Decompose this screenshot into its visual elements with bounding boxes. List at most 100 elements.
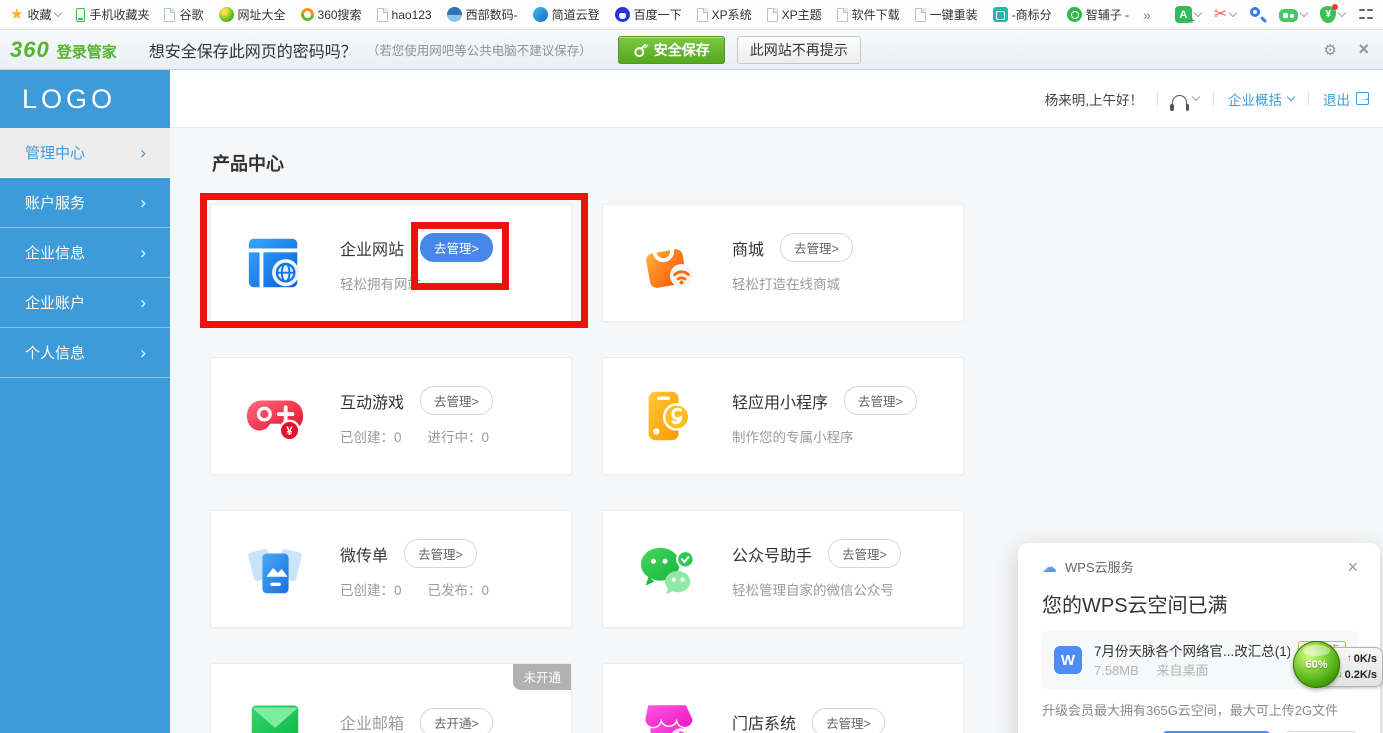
bookmark-item[interactable]: 百度一下 bbox=[615, 6, 682, 23]
manage-button[interactable]: 去管理> bbox=[828, 539, 901, 568]
page-icon bbox=[377, 8, 388, 22]
speed-percent: 60% bbox=[1305, 659, 1327, 671]
page-icon bbox=[837, 8, 848, 22]
product-card-微传单[interactable]: 微传单去管理>已创建：0已发布：0 bbox=[210, 510, 572, 628]
page-icon bbox=[697, 8, 708, 22]
svg: ¥ bbox=[244, 385, 306, 447]
dismiss-site-button[interactable]: 此网站不再提示 bbox=[737, 36, 861, 64]
bookmark-label: 一键重装 bbox=[930, 6, 978, 23]
bookmark-item[interactable]: 网址大全 bbox=[219, 6, 286, 23]
close-icon[interactable]: × bbox=[1358, 39, 1369, 60]
bookmark-item[interactable]: 手机收藏夹 bbox=[76, 6, 149, 23]
product-card-企业邮箱[interactable]: 未开通企业邮箱去开通> bbox=[210, 663, 572, 733]
bookmark-item[interactable]: 360搜索 bbox=[301, 6, 362, 23]
i-reddot bbox=[1332, 4, 1338, 10]
company-overview-menu[interactable]: 企业概括 bbox=[1228, 89, 1294, 109]
header-divider bbox=[1157, 92, 1158, 106]
card-title-row: 互动游戏去管理> bbox=[340, 386, 515, 415]
apps-grid-tool[interactable] bbox=[1358, 7, 1373, 22]
bookmark-label: 谷歌 bbox=[179, 6, 203, 23]
password-note: （若您使用网吧等公共电脑不建议保存） bbox=[367, 40, 592, 59]
logout-button[interactable]: 退出 → bbox=[1323, 89, 1369, 109]
speed-ball[interactable]: 60% bbox=[1293, 641, 1340, 688]
rect bbox=[270, 583, 281, 586]
i bbox=[1367, 9, 1373, 11]
bookmark-item[interactable]: 智辅子 - bbox=[1067, 6, 1129, 23]
card-info: 企业邮箱去开通> bbox=[340, 708, 493, 733]
manage-button[interactable]: 去管理> bbox=[404, 539, 477, 568]
chevron-right-icon: › bbox=[140, 143, 146, 163]
rect bbox=[249, 248, 297, 252]
sidebar-item-label: 账户服务 bbox=[25, 192, 85, 213]
sidebar-item-管理中心[interactable]: 管理中心› bbox=[0, 128, 170, 178]
product-card-门店系统[interactable]: 门店系统去管理> bbox=[602, 663, 964, 733]
i-pd1 bbox=[1283, 13, 1288, 18]
wps-file-name: 7月份天脉各个网络官...改汇总(1).doc bbox=[1094, 640, 1290, 660]
bookmark-item[interactable]: XP主题 bbox=[767, 6, 822, 23]
screenshot-tool[interactable]: ✂ bbox=[1214, 7, 1236, 23]
app-logo[interactable]: LOGO bbox=[0, 70, 170, 128]
save-password-button[interactable]: 安全保存 bbox=[618, 36, 725, 64]
i-pd2 bbox=[1290, 14, 1294, 18]
support-menu[interactable] bbox=[1172, 91, 1199, 106]
circle bbox=[651, 559, 656, 564]
gamepad-icon bbox=[1279, 9, 1298, 22]
manage-button[interactable]: 去管理> bbox=[780, 233, 853, 262]
bookmark-item[interactable]: XP系统 bbox=[697, 6, 752, 23]
manage-button[interactable]: 去管理> bbox=[812, 708, 885, 733]
i bbox=[1359, 17, 1365, 19]
svg bbox=[244, 232, 306, 294]
product-card-企业网站[interactable]: 企业网站去管理>轻松拥有网站 bbox=[210, 204, 572, 322]
page-title: 产品中心 bbox=[212, 150, 284, 176]
svg bbox=[244, 538, 306, 600]
manage-button[interactable]: 去管理> bbox=[420, 386, 493, 415]
card-title-row: 企业网站去管理> bbox=[340, 233, 493, 262]
bookmark-item[interactable]: 西部数码- bbox=[447, 6, 518, 23]
bookmark-item[interactable]: 简道云登 bbox=[533, 6, 600, 23]
bookmark-item[interactable]: -商标分 bbox=[993, 6, 1052, 23]
card-info: 微传单去管理>已创建：0已发布：0 bbox=[340, 539, 515, 599]
product-card-互动游戏[interactable]: ¥ 互动游戏去管理> 已创建：0进行中：0 bbox=[210, 357, 572, 475]
bookmark-item[interactable]: ★收藏 bbox=[10, 6, 61, 23]
search-tool[interactable] bbox=[1249, 6, 1266, 23]
bookmark-label: 手机收藏夹 bbox=[89, 6, 149, 23]
manage-button[interactable]: 去开通> bbox=[420, 708, 493, 733]
sidebar-item-企业账户[interactable]: 企业账户› bbox=[0, 278, 170, 328]
sidebar-item-账户服务[interactable]: 账户服务› bbox=[0, 178, 170, 228]
sidebar-item-企业信息[interactable]: 企业信息› bbox=[0, 228, 170, 278]
bookmark-label: 百度一下 bbox=[634, 6, 682, 23]
star-icon: ★ bbox=[10, 7, 23, 22]
i: → bbox=[1360, 92, 1371, 105]
bookmark-item[interactable]: 软件下载 bbox=[837, 6, 900, 23]
shield-icon: ¥ bbox=[1320, 6, 1336, 23]
i bbox=[1359, 9, 1365, 11]
wps-close-icon[interactable]: × bbox=[1347, 558, 1358, 576]
cloud-blue-icon bbox=[533, 7, 548, 22]
speed-widget[interactable]: ↑ 0K/s ↓ 0.2K/s 60% bbox=[1293, 641, 1383, 691]
wallet-shield-tool[interactable]: ¥ bbox=[1320, 6, 1345, 23]
search-icon bbox=[1249, 6, 1266, 23]
circle bbox=[653, 241, 673, 261]
card-subtitle: 已创建：0已发布：0 bbox=[340, 579, 515, 599]
product-card-公众号助手[interactable]: 公众号助手去管理>轻松管理自家的微信公众号 bbox=[602, 510, 964, 628]
card-subtitle: 已创建：0进行中：0 bbox=[340, 426, 515, 446]
product-card-轻应用小程序[interactable]: 轻应用小程序去管理>制作您的专属小程序 bbox=[602, 357, 964, 475]
manage-button[interactable]: 去管理> bbox=[420, 233, 493, 262]
mall-icon bbox=[636, 232, 698, 294]
games-tool[interactable] bbox=[1279, 7, 1307, 22]
product-card-商城[interactable]: 商城去管理>轻松打造在线商城 bbox=[602, 204, 964, 322]
translate-tool[interactable]: A bbox=[1175, 6, 1201, 23]
card-title: 互动游戏 bbox=[340, 389, 404, 413]
bookmarks-overflow-chevron[interactable]: » bbox=[1143, 7, 1151, 23]
gear-icon[interactable]: ⚙ bbox=[1324, 41, 1337, 59]
manage-button[interactable]: 去管理> bbox=[844, 386, 917, 415]
bookmark-item[interactable]: 谷歌 bbox=[164, 6, 203, 23]
bookmark-item[interactable]: hao123 bbox=[377, 8, 432, 22]
chevron-down-icon bbox=[1192, 93, 1200, 101]
sidebar-item-个人信息[interactable]: 个人信息› bbox=[0, 328, 170, 378]
upload-arrow-icon: ↑ bbox=[1347, 651, 1352, 667]
bookmark-label: hao123 bbox=[392, 8, 432, 22]
bookmark-item[interactable]: 一键重装 bbox=[915, 6, 978, 23]
card-info: 轻应用小程序去管理>制作您的专属小程序 bbox=[732, 386, 917, 446]
wps-file-meta: 7.58MB 来自桌面 bbox=[1094, 663, 1222, 678]
